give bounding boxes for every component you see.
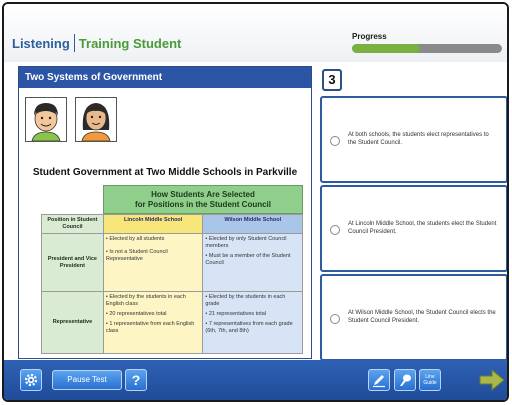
student-name: Training Student <box>78 35 182 51</box>
table-title: How Students Are Selected for Positions … <box>103 185 303 214</box>
col-header-lincoln: Lincoln Middle School <box>102 214 204 234</box>
line-guide-label: Guide <box>423 380 437 386</box>
passage-heading: Student Government at Two Middle Schools… <box>32 167 298 178</box>
app-name: Listening <box>12 35 70 51</box>
cell-line: • 20 representatives total <box>105 311 167 317</box>
answer-text: At both schools, the students elect repr… <box>348 132 489 146</box>
answer-option-3[interactable]: At Wilson Middle School, the Student Cou… <box>320 274 507 361</box>
progress-label: Progress <box>352 32 387 41</box>
cell-lincoln-representative: • Elected by the students in each Englis… <box>102 291 204 354</box>
pause-test-button[interactable]: Pause Test <box>52 370 122 390</box>
girl-avatar <box>75 97 117 142</box>
cell-line: • Elected by all students <box>105 236 165 242</box>
passage-panel: Two Systems of Government Student Govern… <box>18 66 312 359</box>
next-arrow-icon[interactable] <box>478 368 506 392</box>
line-guide-button[interactable]: Line Guide <box>419 369 441 391</box>
passage-title: Two Systems of Government <box>19 67 311 88</box>
header-bar: Listening Training Student Progress <box>4 4 507 62</box>
footer-toolbar: Pause Test ? Line Guide <box>4 360 507 400</box>
answer-option-1[interactable]: At both schools, the students elect repr… <box>320 96 507 183</box>
radio-button[interactable] <box>330 225 340 235</box>
cell-line: • 7 representatives from each grade (6th… <box>205 321 293 334</box>
cell-lincoln-president: • Elected by all students • Is not a Stu… <box>102 233 204 292</box>
radio-button[interactable] <box>330 314 340 324</box>
help-button[interactable]: ? <box>125 369 147 391</box>
cell-line: • Elected by the students in each grade <box>205 294 286 307</box>
progress-fill <box>352 44 420 53</box>
table-title-line1: How Students Are Selected <box>151 190 255 199</box>
test-window: Listening Training Student Progress Two … <box>2 2 509 402</box>
table-row: Representative • Elected by the students… <box>41 291 303 354</box>
highlighter-button[interactable] <box>394 369 416 391</box>
table-header-row: Position in Student Council Lincoln Midd… <box>41 214 303 234</box>
cell-line: • Elected by only Student Council member… <box>205 236 287 249</box>
header-title: Listening Training Student <box>12 34 181 52</box>
table-row: President and Vice President • Elected b… <box>41 233 303 292</box>
cell-line: • Must be a member of the Student Counci… <box>205 253 291 266</box>
cell-line: • 21 representatives total <box>205 311 267 317</box>
boy-avatar <box>25 97 67 142</box>
radio-button[interactable] <box>330 136 340 146</box>
row-header-representative: Representative <box>41 291 104 354</box>
table-title-line2: for Positions in the Student Council <box>135 200 271 209</box>
header-divider <box>73 34 75 52</box>
pen-button[interactable] <box>368 369 390 391</box>
boy-face-icon <box>31 103 61 142</box>
settings-button[interactable] <box>20 369 42 391</box>
cell-line: • Elected by the students in each Englis… <box>105 294 186 307</box>
answer-text: At Lincoln Middle School, the students e… <box>348 221 497 235</box>
answer-option-2[interactable]: At Lincoln Middle School, the students e… <box>320 185 507 272</box>
col-header-wilson: Wilson Middle School <box>202 214 303 234</box>
cell-line: • Is not a Student Council Representativ… <box>105 249 168 262</box>
answer-text: At Wilson Middle School, the Student Cou… <box>348 310 496 324</box>
girl-face-icon <box>81 103 111 142</box>
cell-wilson-president: • Elected by only Student Council member… <box>202 233 303 292</box>
progress-bar <box>352 44 502 53</box>
row-header-president: President and Vice President <box>41 233 104 292</box>
pen-icon <box>373 375 385 388</box>
col-header-position: Position in Student Council <box>41 214 104 234</box>
gear-icon <box>24 373 38 387</box>
highlighter-icon <box>400 374 411 386</box>
comparison-table: Position in Student Council Lincoln Midd… <box>41 214 303 354</box>
cell-line: • 1 representative from each English cla… <box>105 321 195 334</box>
help-icon: ? <box>131 372 141 388</box>
question-number: 3 <box>322 69 342 91</box>
cell-wilson-representative: • Elected by the students in each grade … <box>202 291 303 354</box>
